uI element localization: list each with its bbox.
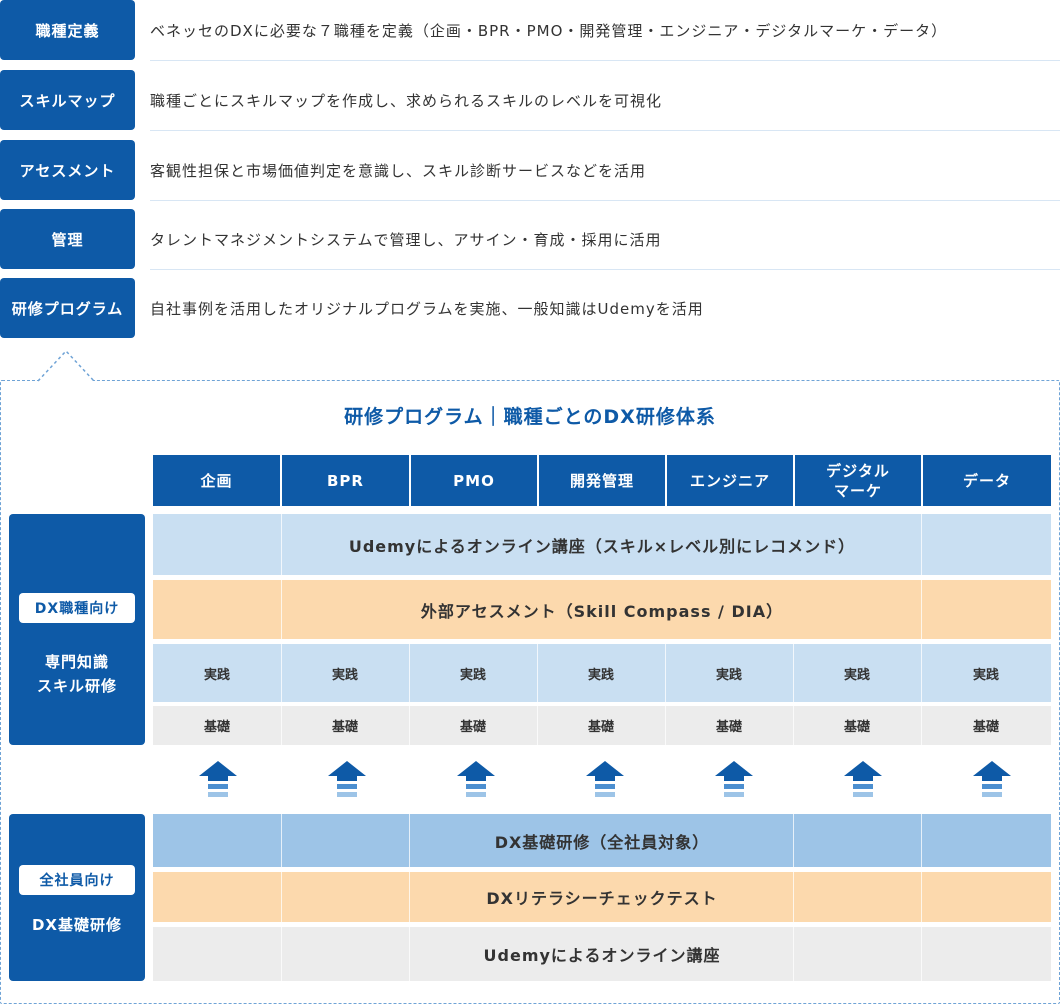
band-external-assessment-label: 外部アセスメント（Skill Compass / DIA） bbox=[420, 601, 784, 621]
band-dx-basic-training: DX基礎研修（全社員対象） bbox=[153, 814, 1051, 867]
cell-practice: 実践 bbox=[203, 667, 230, 683]
column-header-data: データ bbox=[923, 455, 1051, 506]
up-arrow-icon bbox=[199, 761, 237, 797]
definition-text: 職種ごとにスキルマップを作成し、求められるスキルのレベルを可視化 bbox=[150, 70, 1060, 131]
cell-practice: 実践 bbox=[843, 667, 870, 683]
band-udemy-recommend-label: Udemyによるオンライン講座（スキル×レベル別にレコメンド） bbox=[348, 536, 856, 556]
definition-text: タレントマネジメントシステムで管理し、アサイン・育成・採用に活用 bbox=[150, 209, 1060, 270]
group-text-all-employees: DX基礎研修 bbox=[31, 916, 123, 934]
definition-row: アセスメント 客観性担保と市場価値判定を意識し、スキル診断サービスなどを活用 bbox=[0, 140, 1060, 201]
cell-practice: 実践 bbox=[715, 667, 742, 683]
cell-basic: 基礎 bbox=[203, 720, 230, 735]
definition-text: 自社事例を活用したオリジナルプログラムを実施、一般知識はUdemyを活用 bbox=[150, 299, 704, 318]
column-header-dev-management: 開発管理 bbox=[539, 455, 665, 506]
up-arrow-icon bbox=[844, 761, 882, 797]
cell-basic: 基礎 bbox=[459, 720, 486, 735]
definition-label: スキルマップ bbox=[0, 70, 135, 130]
band-dx-literacy-test: DXリテラシーチェックテスト bbox=[153, 872, 1051, 922]
group-text-dx-roles: 専門知識 スキル研修 bbox=[36, 653, 117, 695]
band-dx-basic-training-label: DX基礎研修（全社員対象） bbox=[494, 832, 710, 852]
column-header-planning: 企画 bbox=[153, 455, 280, 506]
definition-label: 職種定義 bbox=[0, 0, 135, 60]
cell-basic: 基礎 bbox=[843, 720, 870, 735]
row-basic: 基礎 基礎 基礎 基礎 基礎 基礎 基礎 bbox=[153, 706, 1051, 745]
column-header-bpr: BPR bbox=[282, 455, 409, 506]
program-title: 研修プログラム｜職種ごとのDX研修体系 bbox=[344, 406, 716, 428]
definition-row: 職種定義 ベネッセのDXに必要な７職種を定義（企画・BPR・PMO・開発管理・エ… bbox=[0, 0, 1060, 61]
definition-label: 研修プログラム bbox=[0, 278, 135, 338]
column-header-engineer: エンジニア bbox=[667, 455, 793, 506]
cell-practice: 実践 bbox=[587, 667, 614, 683]
cell-practice: 実践 bbox=[972, 667, 999, 683]
definition-row: 管理 タレントマネジメントシステムで管理し、アサイン・育成・採用に活用 bbox=[0, 209, 1060, 270]
cell-practice: 実践 bbox=[331, 667, 358, 683]
up-arrow-icon bbox=[457, 761, 495, 797]
up-arrow-icon bbox=[715, 761, 753, 797]
group-tag-all-employees: 全社員向け bbox=[19, 865, 135, 895]
group-label-all-employees: 全社員向け DX基礎研修 bbox=[9, 814, 145, 981]
cell-basic: 基礎 bbox=[587, 720, 614, 735]
cell-basic: 基礎 bbox=[972, 720, 999, 735]
definition-label: アセスメント bbox=[0, 140, 135, 200]
column-header-digital-marketing: デジタル マーケ bbox=[795, 455, 921, 506]
up-arrow-icon bbox=[973, 761, 1011, 797]
band-udemy-online-label: Udemyによるオンライン講座 bbox=[483, 946, 721, 965]
definition-label: 管理 bbox=[0, 209, 135, 269]
definition-text: ベネッセのDXに必要な７職種を定義（企画・BPR・PMO・開発管理・エンジニア・… bbox=[150, 0, 1060, 61]
cell-basic: 基礎 bbox=[715, 720, 742, 735]
band-udemy-online: Udemyによるオンライン講座 bbox=[153, 927, 1051, 981]
callout-pointer bbox=[38, 350, 94, 382]
definition-row: スキルマップ 職種ごとにスキルマップを作成し、求められるスキルのレベルを可視化 bbox=[0, 70, 1060, 131]
up-arrow-icon bbox=[328, 761, 366, 797]
definition-text: 客観性担保と市場価値判定を意識し、スキル診断サービスなどを活用 bbox=[150, 140, 1060, 201]
row-practice: 実践 実践 実践 実践 実践 実践 実践 bbox=[153, 644, 1051, 702]
cell-basic: 基礎 bbox=[331, 720, 358, 735]
cell-practice: 実践 bbox=[459, 667, 486, 683]
up-arrow-icon bbox=[586, 761, 624, 797]
band-udemy-recommend: Udemyによるオンライン講座（スキル×レベル別にレコメンド） bbox=[153, 514, 1051, 575]
group-tag-dx-roles: DX職種向け bbox=[19, 593, 135, 623]
band-external-assessment: 外部アセスメント（Skill Compass / DIA） bbox=[153, 580, 1051, 639]
band-dx-literacy-test-label: DXリテラシーチェックテスト bbox=[486, 889, 718, 908]
column-header-pmo: PMO bbox=[411, 455, 537, 506]
group-label-dx-roles: DX職種向け 専門知識 スキル研修 bbox=[9, 514, 145, 745]
definition-row: 研修プログラム 自社事例を活用したオリジナルプログラムを実施、一般知識はUdem… bbox=[0, 278, 1060, 338]
